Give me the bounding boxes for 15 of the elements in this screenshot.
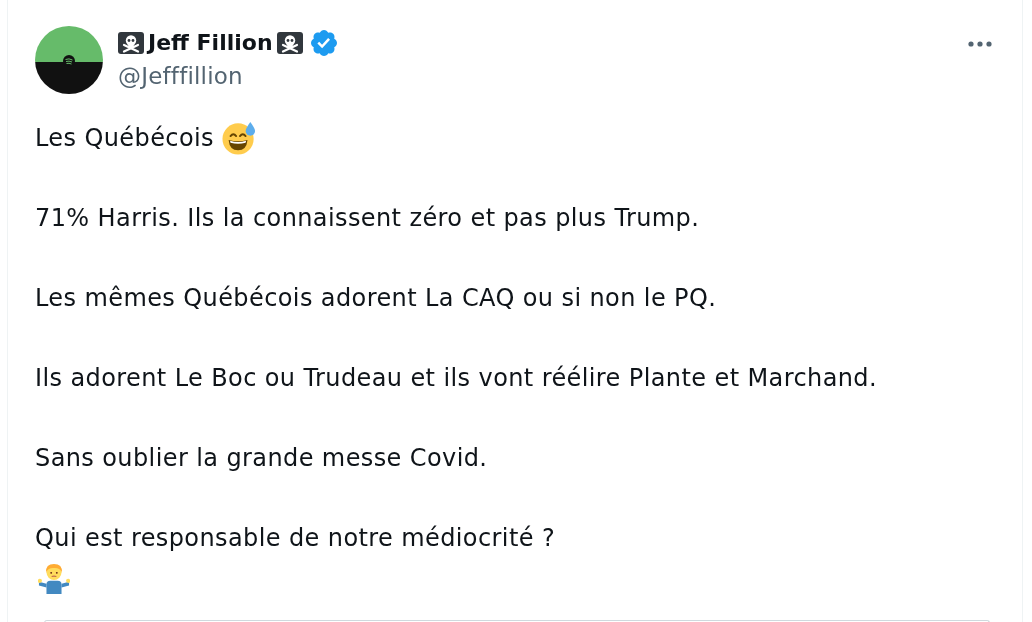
- post-text: Les Québécois: [35, 123, 214, 154]
- skull-crossbones-icon: [276, 32, 303, 54]
- display-name[interactable]: Jeff Fillion: [148, 28, 273, 58]
- post-text: Qui est responsable de notre médiocrité ?: [35, 523, 556, 554]
- more-icon: [968, 41, 992, 47]
- post-text: 71% Harris. Ils la connaissent zéro et pas plus Trump.: [35, 203, 700, 234]
- profile-avatar[interactable]: [35, 26, 103, 94]
- post-text: Sans oublier la grande messe Covid.: [35, 443, 488, 474]
- post-text: Les mêmes Québécois adorent La CAQ ou si non le PQ.: [35, 283, 717, 314]
- sweat-smile-emoji-icon: [221, 121, 256, 155]
- person-shrugging-emoji-icon: [38, 562, 70, 594]
- post-text: Ils adorent Le Boc ou Trudeau et ils vont réélire Plante et Marchand.: [35, 363, 878, 394]
- user-handle[interactable]: @Jefffillion: [118, 60, 243, 92]
- skull-crossbones-icon: [118, 32, 144, 54]
- more-button[interactable]: [968, 41, 992, 47]
